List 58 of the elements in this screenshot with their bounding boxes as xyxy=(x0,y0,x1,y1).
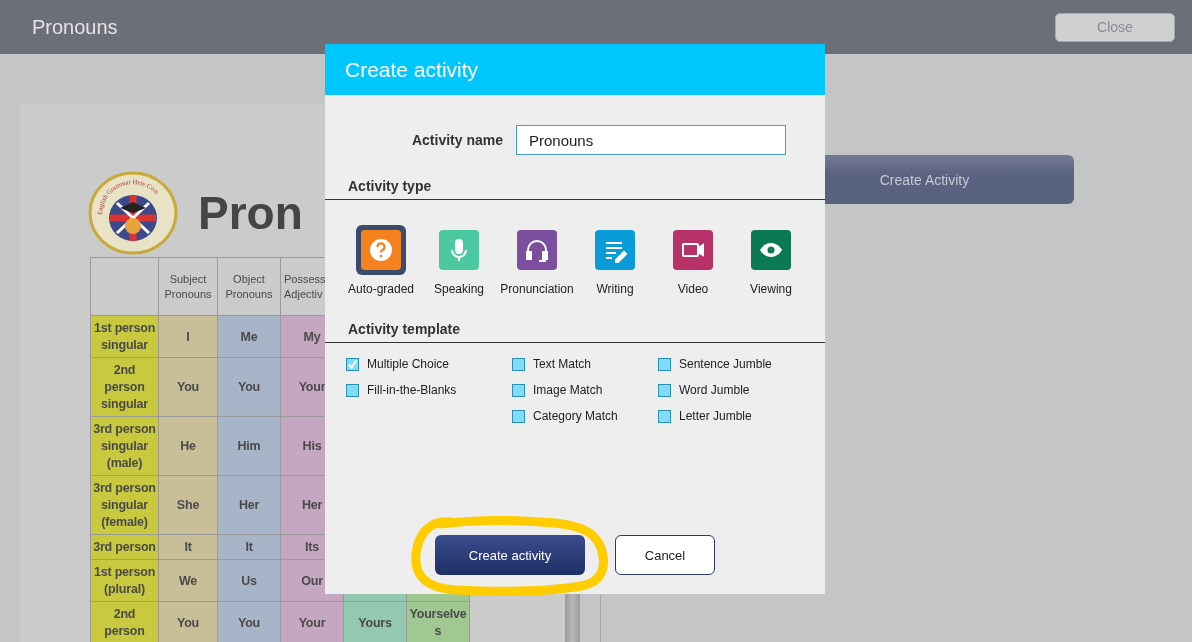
table-cell: Yours xyxy=(344,602,407,642)
table-cell: It xyxy=(218,535,281,560)
checkbox[interactable] xyxy=(346,357,359,371)
activity-type-option[interactable]: Pronunciation xyxy=(498,225,576,296)
checkbox[interactable] xyxy=(658,357,671,371)
checkbox[interactable] xyxy=(512,409,525,423)
checkbox[interactable] xyxy=(658,409,671,423)
row-header: 2nd person xyxy=(91,602,159,642)
table-cell: You xyxy=(218,358,281,417)
table-cell: Her xyxy=(218,476,281,535)
table-cell: I xyxy=(159,316,218,358)
table-cell: You xyxy=(218,602,281,642)
checkbox-label: Fill-in-the-Blanks xyxy=(367,383,457,397)
checkbox-label: Text Match xyxy=(533,357,592,371)
table-cell: Me xyxy=(218,316,281,358)
table-cell: Your xyxy=(281,602,344,642)
activity-type-option[interactable]: Speaking xyxy=(420,225,498,296)
table-cell: She xyxy=(159,476,218,535)
checkbox[interactable] xyxy=(512,383,525,397)
row-header: 3rd person xyxy=(91,535,159,560)
row-header: 3rd person singular (male) xyxy=(91,417,159,476)
table-cell: Us xyxy=(218,560,281,602)
create-activity-button[interactable]: Create activity xyxy=(435,535,585,575)
activity-type-option[interactable]: Video xyxy=(654,225,732,296)
checkbox[interactable] xyxy=(346,383,359,397)
checkbox-label: Category Match xyxy=(533,409,618,423)
cancel-button[interactable]: Cancel xyxy=(615,535,715,575)
activity-type-option[interactable]: Writing xyxy=(576,225,654,296)
section-heading: Activity template xyxy=(348,321,461,337)
checkbox-label: Word Jumble xyxy=(679,383,750,397)
column-header: Subject Pronouns xyxy=(159,258,218,316)
activity-name-field[interactable]: Pronouns xyxy=(516,125,786,155)
checkbox-label: Image Match xyxy=(533,383,603,397)
dialog-title: Create activity xyxy=(345,57,479,82)
table-cell: It xyxy=(159,535,218,560)
table-cell: You xyxy=(159,602,218,642)
checkbox-label: Multiple Choice xyxy=(367,357,450,371)
table-cell: Yourselves xyxy=(407,602,470,642)
row-header: 2nd person singular xyxy=(91,358,159,417)
page-title: Pronouns xyxy=(32,15,118,39)
row-header: 3rd person singular (female) xyxy=(91,476,159,535)
document-title: Pron xyxy=(198,186,303,240)
field-label: Activity name xyxy=(410,132,503,148)
checkbox-label: Letter Jumble xyxy=(679,409,752,423)
row-header: 1st person singular xyxy=(91,316,159,358)
activity-type-option[interactable]: Auto-graded xyxy=(342,225,420,296)
checkbox-label: Sentence Jumble xyxy=(679,357,772,371)
section-heading: Activity type xyxy=(348,178,432,194)
checkbox[interactable] xyxy=(658,383,671,397)
column-header: Object Pronouns xyxy=(218,258,281,316)
row-header: 1st person (plural) xyxy=(91,560,159,602)
table-cell: Him xyxy=(218,417,281,476)
table-cell: You xyxy=(159,358,218,417)
table-cell: He xyxy=(159,417,218,476)
checkbox[interactable] xyxy=(512,357,525,371)
scrollbar xyxy=(565,594,580,642)
table-cell: We xyxy=(159,560,218,602)
activity-type-option[interactable]: Viewing xyxy=(732,225,810,296)
